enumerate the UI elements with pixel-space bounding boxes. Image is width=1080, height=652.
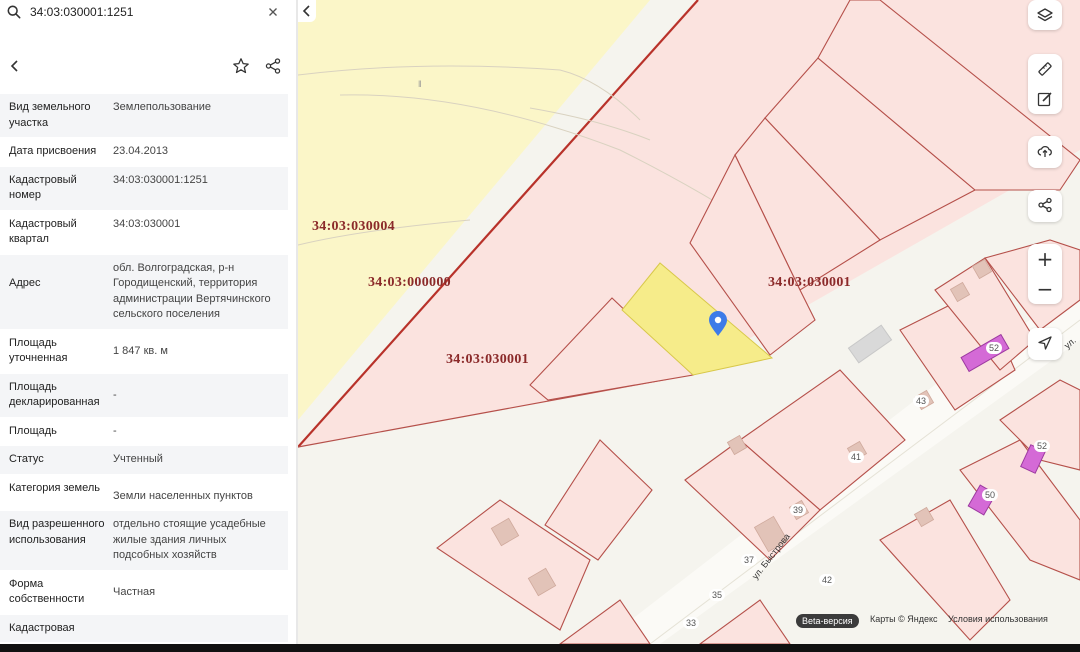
detail-key: Площадь [9,424,57,437]
detail-value: 34:03:030001:1251 [113,173,208,186]
detail-value [110,615,288,643]
details-row: Дата присвоения 23.04.2013 [0,138,288,167]
detail-value: обл. Волгоградская, р-н Городищенский, т… [113,261,271,321]
detail-key: Площадь уточненная [9,336,68,365]
quarter-label: 34:03:030001 [446,352,529,367]
cloud-upload-icon [1037,145,1052,157]
share-icon[interactable] [264,57,282,75]
house-number: 42 [819,574,836,586]
ruler-icon [1038,62,1052,76]
tools-control [1028,54,1062,114]
edit-button[interactable] [1028,84,1062,114]
detail-key: Кадастровый номер [9,173,77,202]
quarter-label: 34:03:030001 [768,275,851,290]
detail-key: Вид земельного участка [9,101,91,129]
upload-control [1028,136,1062,168]
minus-icon: − [1036,277,1054,301]
search-icon [7,5,21,19]
detail-key: Категория земель [9,481,100,494]
zoom-control: + − [1028,244,1062,304]
detail-value: Земли населенных пунктов [113,489,253,502]
details-row: Площадь уточненная 1 847 кв. м [0,329,288,374]
map-canvas[interactable]: ǁ [298,0,1080,644]
detail-value: - [113,388,117,401]
details-table: Вид земельного участка Землепользование Д… [0,94,288,643]
details-row: Вид разрешенного использования отдельно с… [0,511,288,571]
info-panel: Вид земельного участка Землепользование Д… [0,0,296,644]
details-row: Площадь - [0,417,288,446]
detail-value: Учтенный [113,453,163,465]
details-row: Кадастровая [0,614,288,643]
search-bar [0,0,296,26]
details-row: Кадастровый квартал 34:03:030001 [0,210,288,255]
detail-value: 23.04.2013 [113,145,169,157]
detail-key: Дата присвоения [9,145,97,157]
detail-value: Землепользование [113,101,212,113]
share-control [1028,190,1062,222]
share-map-button[interactable] [1028,190,1062,220]
quarter-label: 34:03:000000 [368,275,451,290]
geolocation-control [1028,328,1062,360]
details-row: Адрес обл. Волгоградская, р-н Городищенск… [0,254,288,330]
detail-value: Частная [113,585,156,598]
detail-key: Кадастровый квартал [9,217,77,246]
house-number: 43 [913,395,930,407]
details-row: Статус Учтенный [0,446,288,475]
house-number: 33 [683,617,700,629]
terms-link[interactable]: Условия использования [948,614,1048,624]
plus-icon: + [1036,247,1054,271]
details-toolbar [0,52,296,80]
house-number: 52 [1034,440,1051,452]
detail-key: Форма собственности [9,577,85,606]
cadastral-map[interactable]: ǁ 34:03:030004 34:03:000000 34:03:030001… [298,0,1080,644]
house-number: 50 [982,489,999,501]
house-number: 37 [741,554,758,566]
layers-icon [1037,8,1053,22]
copyright-text[interactable]: Карты © Яндекс [870,614,938,624]
layers-control [1028,0,1062,30]
zoom-out-button[interactable]: − [1028,274,1062,304]
details-row: Площадь декларированная - [0,373,288,418]
details-row: Форма собственности Частная [0,570,288,615]
navigation-arrow-icon [1038,336,1052,350]
detail-key: Площадь декларированная [9,380,100,409]
edit-icon [1037,92,1052,107]
detail-value: отдельно стоящие усадебные жилые здания … [113,518,266,561]
collapse-panel-button[interactable] [298,0,316,22]
house-number: 35 [709,589,726,601]
detail-value: 34:03:030001 [113,217,181,230]
details-row: Категория земель Земли населенных пунктов [0,474,288,511]
chevron-left-icon [302,5,310,17]
details-row: Вид земельного участка Землепользование [0,94,288,138]
star-icon[interactable] [232,57,250,75]
beta-badge[interactable]: Beta-версия [796,614,859,628]
details-row: Кадастровый номер 34:03:030001:1251 [0,166,288,211]
detail-key: Кадастровая [9,621,75,634]
layers-button[interactable] [1028,0,1062,30]
tower-mark: ǁ [418,79,422,89]
house-number: 39 [790,504,807,516]
geolocation-button[interactable] [1028,328,1062,358]
bottom-bar [0,644,1080,652]
upload-button[interactable] [1028,136,1062,166]
ruler-button[interactable] [1028,54,1062,84]
detail-value: 1 847 кв. м [113,344,168,357]
share-icon [1038,197,1052,213]
zoom-in-button[interactable]: + [1028,244,1062,274]
detail-value: - [113,424,117,437]
detail-key: Адрес [9,276,41,289]
quarter-label: 34:03:030004 [312,219,395,234]
close-icon[interactable] [266,5,280,19]
detail-key: Вид разрешенного использования [9,518,105,546]
detail-key: Статус [9,453,44,465]
search-input[interactable] [30,3,260,21]
house-number: 41 [848,451,865,463]
house-number: 52 [986,342,1003,354]
back-arrow-icon[interactable] [6,56,24,76]
